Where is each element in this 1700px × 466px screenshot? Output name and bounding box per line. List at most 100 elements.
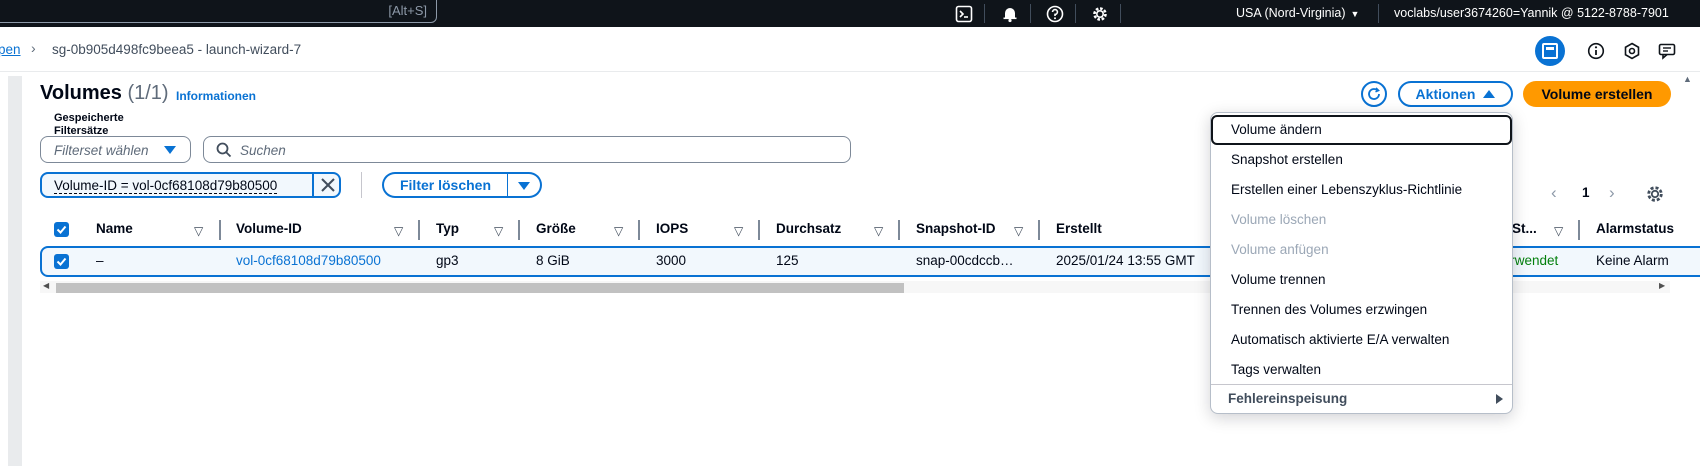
column-resizer[interactable]	[638, 220, 640, 240]
scroll-up-arrow-icon[interactable]: ▲	[1683, 74, 1692, 84]
scroll-left-arrow-icon[interactable]: ◀	[43, 281, 49, 290]
caret-down-icon	[518, 182, 530, 190]
filter-token-text[interactable]: Volume-ID = vol-0cf68108d79b80500	[54, 178, 278, 194]
menu-item-attach-volume: Volume anfügen	[1231, 242, 1329, 257]
sort-icon[interactable]: ▽	[614, 224, 623, 238]
sort-icon[interactable]: ▽	[394, 224, 403, 238]
search-field[interactable]	[203, 136, 851, 163]
column-resizer[interactable]	[418, 220, 420, 240]
cell-created: 2025/01/24 13:55 GMT	[1056, 253, 1195, 268]
menu-item-create-lifecycle-policy[interactable]: Erstellen einer Lebenszyklus-Richtlinie	[1211, 175, 1512, 205]
cloudshell-icon[interactable]	[953, 3, 975, 25]
select-all-checkbox[interactable]	[54, 222, 69, 237]
sort-icon[interactable]: ▽	[494, 224, 503, 238]
cell-iops: 3000	[656, 253, 687, 268]
search-icon	[216, 142, 232, 158]
menu-group-fault-injection[interactable]: Fehlereinspeisung	[1228, 391, 1347, 406]
sort-icon[interactable]: ▽	[874, 224, 883, 238]
menu-item-manage-tags[interactable]: Tags verwalten	[1211, 355, 1512, 385]
column-header-state[interactable]: St...	[1512, 221, 1537, 241]
column-header-throughput[interactable]: Durchsatz	[776, 221, 841, 241]
checkmark-icon	[56, 225, 67, 234]
preferences-gear-icon[interactable]	[1645, 184, 1665, 204]
clear-filters-button[interactable]: Filter löschen	[382, 172, 508, 198]
create-volume-button[interactable]: Volume erstellen	[1523, 81, 1671, 107]
clear-filters-label: Filter löschen	[399, 177, 492, 193]
column-header-created[interactable]: Erstellt	[1056, 221, 1102, 241]
search-input[interactable]	[240, 140, 830, 160]
refresh-button[interactable]	[1361, 81, 1387, 107]
column-header-iops[interactable]: IOPS	[656, 221, 688, 241]
feedback-icon[interactable]	[1656, 40, 1678, 62]
refresh-icon	[1368, 87, 1380, 100]
column-resizer[interactable]	[1038, 220, 1040, 240]
sort-icon[interactable]: ▽	[194, 224, 203, 238]
left-scrollbar[interactable]	[8, 76, 22, 466]
menu-item-force-detach-volume[interactable]: Trennen des Volumes erzwingen	[1211, 295, 1512, 325]
menu-divider	[1211, 384, 1512, 385]
sort-icon[interactable]: ▽	[1014, 224, 1023, 238]
caret-down-icon: ▼	[1350, 9, 1360, 19]
nav-divider	[1075, 4, 1076, 23]
column-resizer[interactable]	[1578, 220, 1580, 240]
menu-item-detach-volume[interactable]: Volume trennen	[1211, 265, 1512, 295]
column-header-snapshot-id[interactable]: Snapshot-ID	[916, 221, 996, 241]
column-resizer[interactable]	[518, 220, 520, 240]
filterset-label: Gespeicherte Filtersätze	[54, 112, 124, 137]
sort-icon[interactable]: ▽	[1554, 224, 1563, 238]
caret-right-icon	[1496, 394, 1503, 404]
column-resizer[interactable]	[898, 220, 900, 240]
breadcrumb: pen › sg-0b905d498fc9beea5 - launch-wiza…	[0, 27, 1700, 72]
token-divider	[312, 174, 314, 196]
column-header-name[interactable]: Name	[96, 221, 133, 241]
cell-alarm-status: Keine Alarm	[1596, 253, 1669, 268]
pagination-next-icon[interactable]: ›	[1609, 183, 1615, 203]
column-resizer[interactable]	[219, 220, 221, 240]
column-header-alarm-status[interactable]: Alarmstatus	[1596, 221, 1696, 241]
pagination-previous-icon[interactable]: ‹	[1551, 183, 1557, 203]
filterset-placeholder: Filterset wählen	[54, 143, 149, 158]
cell-name: –	[96, 253, 104, 268]
column-header-size[interactable]: Größe	[536, 221, 576, 241]
pagination-page[interactable]: 1	[1582, 185, 1590, 200]
page-title: Volumes (1/1)	[40, 82, 169, 105]
actions-button-label: Aktionen	[1415, 86, 1476, 102]
panel-toggle-icon[interactable]	[1535, 36, 1565, 66]
sort-icon[interactable]: ▽	[734, 224, 743, 238]
info-icon[interactable]	[1585, 40, 1607, 62]
global-search-input[interactable]: [Alt+S]	[0, 0, 437, 23]
top-navigation: [Alt+S] USA (Nord-Virginia) ▼ voclabs/use…	[0, 0, 1700, 27]
caret-up-icon	[1483, 90, 1496, 98]
filter-divider	[361, 172, 362, 198]
menu-item-modify-volume[interactable]: Volume ändern	[1211, 115, 1512, 145]
search-shortcut-hint: [Alt+S]	[388, 3, 427, 18]
account-label: voclabs/user3674260=Yannik @ 5122-8788-7…	[1394, 6, 1669, 20]
cell-volume-id-link[interactable]: vol-0cf68108d79b80500	[236, 253, 381, 268]
region-label: USA (Nord-Virginia)	[1236, 6, 1346, 20]
resource-count: (1/1)	[127, 82, 169, 104]
cell-size: 8 GiB	[536, 253, 570, 268]
column-header-volume-id[interactable]: Volume-ID	[236, 221, 302, 241]
clear-filters-dropdown[interactable]	[508, 172, 542, 198]
info-link[interactable]: Informationen	[176, 89, 256, 103]
menu-item-create-snapshot[interactable]: Snapshot erstellen	[1211, 145, 1512, 175]
column-resizer[interactable]	[758, 220, 760, 240]
close-icon[interactable]	[318, 175, 338, 195]
filterset-select[interactable]: Filterset wählen	[40, 136, 191, 163]
actions-button[interactable]: Aktionen	[1398, 81, 1513, 107]
caret-down-icon	[164, 146, 176, 154]
help-icon[interactable]	[1044, 3, 1066, 25]
scroll-right-arrow-icon[interactable]: ▶	[1659, 281, 1665, 290]
breadcrumb-previous-link[interactable]: pen	[0, 42, 21, 57]
menu-item-manage-auto-enabled-io[interactable]: Automatisch aktivierte E/A verwalten	[1211, 325, 1512, 355]
bell-icon[interactable]	[999, 3, 1021, 25]
column-header-type[interactable]: Typ	[436, 221, 459, 241]
region-selector[interactable]: USA (Nord-Virginia) ▼	[1236, 6, 1359, 20]
hexagon-settings-icon[interactable]	[1621, 40, 1643, 62]
gear-icon[interactable]	[1089, 3, 1111, 25]
breadcrumb-current: sg-0b905d498fc9beea5 - launch-wizard-7	[52, 42, 302, 57]
horizontal-scrollbar-thumb[interactable]	[56, 283, 904, 293]
account-menu[interactable]: voclabs/user3674260=Yannik @ 5122-8788-7…	[1394, 6, 1669, 20]
actions-menu: Volume ändern Snapshot erstellen Erstell…	[1210, 112, 1513, 414]
row-checkbox[interactable]	[54, 254, 69, 269]
